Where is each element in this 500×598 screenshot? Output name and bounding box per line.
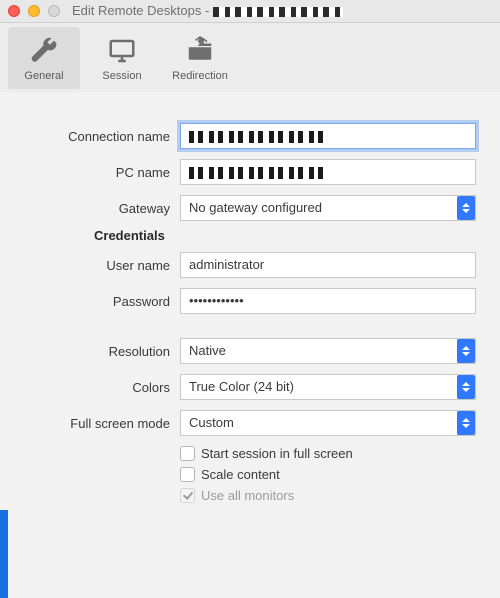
resolution-select[interactable]: Native bbox=[180, 338, 476, 364]
use-all-monitors-label: Use all monitors bbox=[201, 488, 294, 503]
window-title-suffix-redacted bbox=[213, 7, 343, 17]
chevron-updown-icon bbox=[457, 411, 475, 435]
connection-name-label: Connection name bbox=[10, 129, 180, 144]
pc-name-label: PC name bbox=[10, 165, 180, 180]
user-name-value: administrator bbox=[189, 257, 264, 272]
connection-name-input[interactable] bbox=[180, 123, 476, 149]
selection-stripe bbox=[0, 510, 8, 598]
pc-name-input[interactable] bbox=[180, 159, 476, 185]
user-name-label: User name bbox=[10, 258, 180, 273]
tab-general-label: General bbox=[24, 70, 63, 82]
tab-session[interactable]: Session bbox=[86, 27, 158, 89]
window-controls bbox=[8, 5, 60, 17]
tab-redirection-label: Redirection bbox=[172, 70, 228, 82]
chevron-updown-icon bbox=[457, 196, 475, 220]
full-screen-mode-select[interactable]: Custom bbox=[180, 410, 476, 436]
minimize-window-button[interactable] bbox=[28, 5, 40, 17]
resolution-value: Native bbox=[189, 343, 226, 358]
tab-redirection[interactable]: Redirection bbox=[164, 27, 236, 89]
close-window-button[interactable] bbox=[8, 5, 20, 17]
window-title: Edit Remote Desktops - bbox=[72, 0, 492, 22]
start-full-screen-checkbox[interactable]: Start session in full screen bbox=[180, 443, 476, 464]
colors-select[interactable]: True Color (24 bit) bbox=[180, 374, 476, 400]
toolbar: General Session Redirection bbox=[0, 23, 500, 98]
colors-value: True Color (24 bit) bbox=[189, 379, 294, 394]
tab-session-label: Session bbox=[102, 70, 141, 82]
scale-content-label: Scale content bbox=[201, 467, 280, 482]
folder-arrow-icon bbox=[183, 34, 217, 68]
chevron-updown-icon bbox=[457, 375, 475, 399]
full-screen-mode-label: Full screen mode bbox=[10, 416, 180, 431]
general-form: Connection name PC name Gateway No gatew… bbox=[0, 120, 500, 506]
password-input[interactable]: •••••••••••• bbox=[180, 288, 476, 314]
use-all-monitors-checkbox: Use all monitors bbox=[180, 485, 476, 506]
user-name-input[interactable]: administrator bbox=[180, 252, 476, 278]
gateway-select[interactable]: No gateway configured bbox=[180, 195, 476, 221]
password-value: •••••••••••• bbox=[189, 293, 244, 308]
password-label: Password bbox=[10, 294, 180, 309]
window-title-prefix: Edit Remote Desktops - bbox=[72, 3, 213, 18]
gateway-label: Gateway bbox=[10, 201, 180, 216]
connection-name-value-redacted bbox=[189, 131, 329, 143]
monitor-icon bbox=[105, 34, 139, 68]
colors-label: Colors bbox=[10, 380, 180, 395]
start-full-screen-label: Start session in full screen bbox=[201, 446, 353, 461]
checkbox-icon bbox=[180, 446, 195, 461]
credentials-heading: Credentials bbox=[10, 228, 500, 243]
zoom-window-button[interactable] bbox=[48, 5, 60, 17]
checkbox-checked-icon bbox=[180, 488, 195, 503]
chevron-updown-icon bbox=[457, 339, 475, 363]
tab-general[interactable]: General bbox=[8, 27, 80, 89]
gateway-value: No gateway configured bbox=[189, 200, 322, 215]
wrench-icon bbox=[27, 34, 61, 68]
pc-name-value-redacted bbox=[189, 167, 329, 179]
titlebar: Edit Remote Desktops - bbox=[0, 0, 500, 23]
full-screen-mode-value: Custom bbox=[189, 415, 234, 430]
resolution-label: Resolution bbox=[10, 344, 180, 359]
content-area: Connection name PC name Gateway No gatew… bbox=[0, 92, 500, 598]
scale-content-checkbox[interactable]: Scale content bbox=[180, 464, 476, 485]
checkbox-icon bbox=[180, 467, 195, 482]
